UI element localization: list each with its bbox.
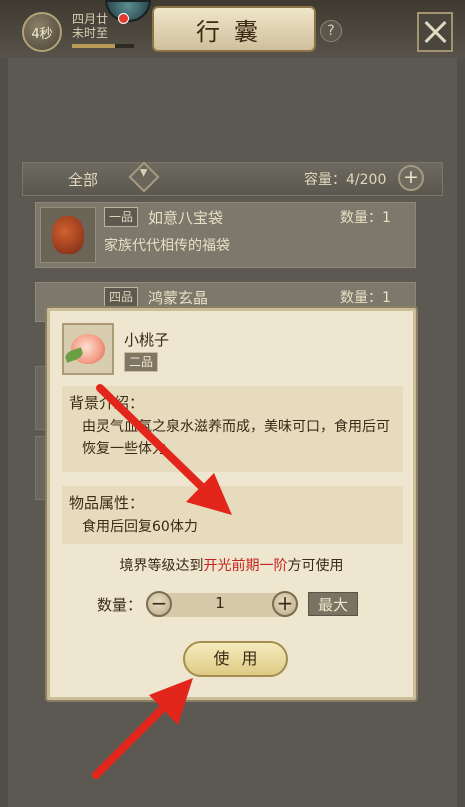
item-name: 小桃子 <box>124 331 170 349</box>
attribute-title: 物品属性： <box>69 494 145 512</box>
requirement-suffix: 方可使用 <box>287 558 344 574</box>
max-button[interactable]: 最大 <box>308 592 358 616</box>
game-time: 四月廿 未时至 <box>72 12 108 40</box>
game-scene: 4秒 四月廿 未时至 行囊 ? 全部 ▼ 容量：4/200 + 一品 如意八宝袋… <box>0 0 465 807</box>
item-name: 鸿蒙玄晶 <box>148 289 209 307</box>
add-capacity-icon[interactable]: + <box>398 165 424 191</box>
item-icon <box>40 207 96 263</box>
timer-badge: 4秒 <box>22 12 62 52</box>
month-text: 四月廿 <box>72 12 109 26</box>
time-progress-fill <box>72 44 116 48</box>
hour-text: 未时至 <box>72 26 109 40</box>
peach-icon <box>71 334 105 364</box>
filter-tab-all[interactable]: 全部 <box>68 169 98 190</box>
background-section: 背景介绍： 由灵气血氛之泉水滋养而成，美味可口，食用后可恢复一些体力 <box>62 386 403 472</box>
attribute-section: 物品属性： 食用后回复60体力 <box>62 486 403 544</box>
capacity-text: 容量：4/200 <box>304 172 387 188</box>
item-description: 家族代代相传的福袋 <box>104 238 230 254</box>
item-grade: 四品 <box>104 287 139 307</box>
background-text: 由灵气血氛之泉水滋养而成，美味可口，食用后可恢复一些体力 <box>82 419 390 457</box>
minus-icon[interactable]: − <box>146 591 172 617</box>
requirement-realm: 开光前期一阶 <box>203 558 288 574</box>
notification-dot <box>118 13 129 24</box>
plus-icon[interactable]: + <box>272 591 298 617</box>
quantity-label: 数量： <box>97 596 143 614</box>
item-name: 如意八宝袋 <box>148 209 224 227</box>
use-button[interactable]: 使用 <box>183 641 288 677</box>
list-item[interactable]: 一品 如意八宝袋 数量：1 家族代代相传的福袋 <box>35 202 416 268</box>
item-icon <box>62 323 114 375</box>
item-detail-popup: 小桃子 二品 背景介绍： 由灵气血氛之泉水滋养而成，美味可口，食用后可恢复一些体… <box>47 308 416 700</box>
bag-icon <box>52 216 84 254</box>
item-grade: 一品 <box>104 207 139 227</box>
time-progress-bar <box>72 44 134 48</box>
requirement-prefix: 境界等级达到 <box>119 558 204 574</box>
quantity-value[interactable]: 1 <box>190 594 250 612</box>
item-quantity: 数量：1 <box>340 290 391 306</box>
item-quantity: 数量：1 <box>340 210 391 226</box>
use-requirement: 境界等级达到开光前期一阶方可使用 <box>50 555 413 575</box>
item-grade: 二品 <box>124 352 159 372</box>
question-icon[interactable]: ? <box>320 20 342 42</box>
page-title: 行囊 <box>152 6 316 52</box>
close-icon[interactable] <box>417 12 453 52</box>
background-title: 背景介绍： <box>69 394 145 412</box>
attribute-text: 食用后回复60体力 <box>82 519 198 535</box>
